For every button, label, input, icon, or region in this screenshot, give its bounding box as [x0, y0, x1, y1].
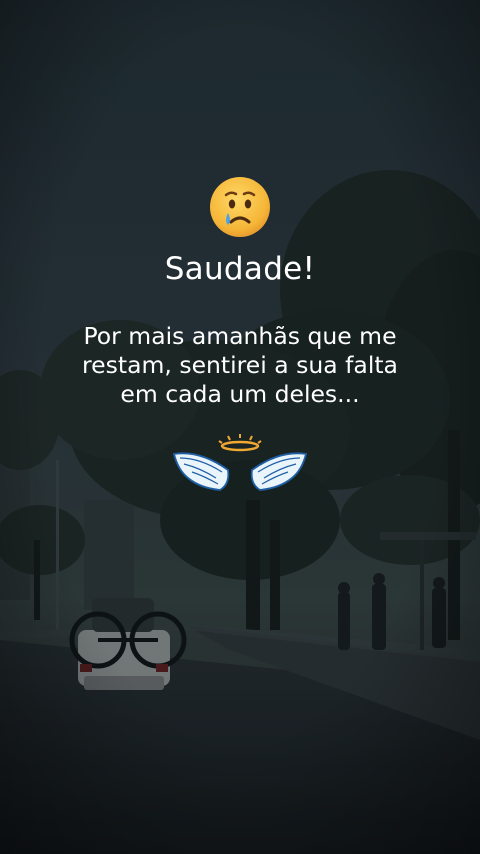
message-line: em cada um deles...: [120, 380, 360, 408]
message-line: Por mais amanhãs que me: [83, 322, 397, 350]
message-line: restam, sentirei a sua falta: [82, 351, 398, 379]
text-overlay: Saudade! Por mais amanhãs que me restam,…: [0, 0, 480, 854]
story-screen: Saudade! Por mais amanhãs que me restam,…: [0, 0, 480, 854]
post-message: Por mais amanhãs que me restam, sentirei…: [40, 322, 440, 409]
left-wing-icon: [172, 452, 230, 491]
post-title: Saudade!: [164, 251, 316, 287]
halo-icon: [218, 434, 262, 452]
angel-wings-halo-icon: [172, 434, 308, 491]
right-wing-icon: [250, 452, 308, 491]
sad-tear-face-icon: [210, 177, 270, 237]
